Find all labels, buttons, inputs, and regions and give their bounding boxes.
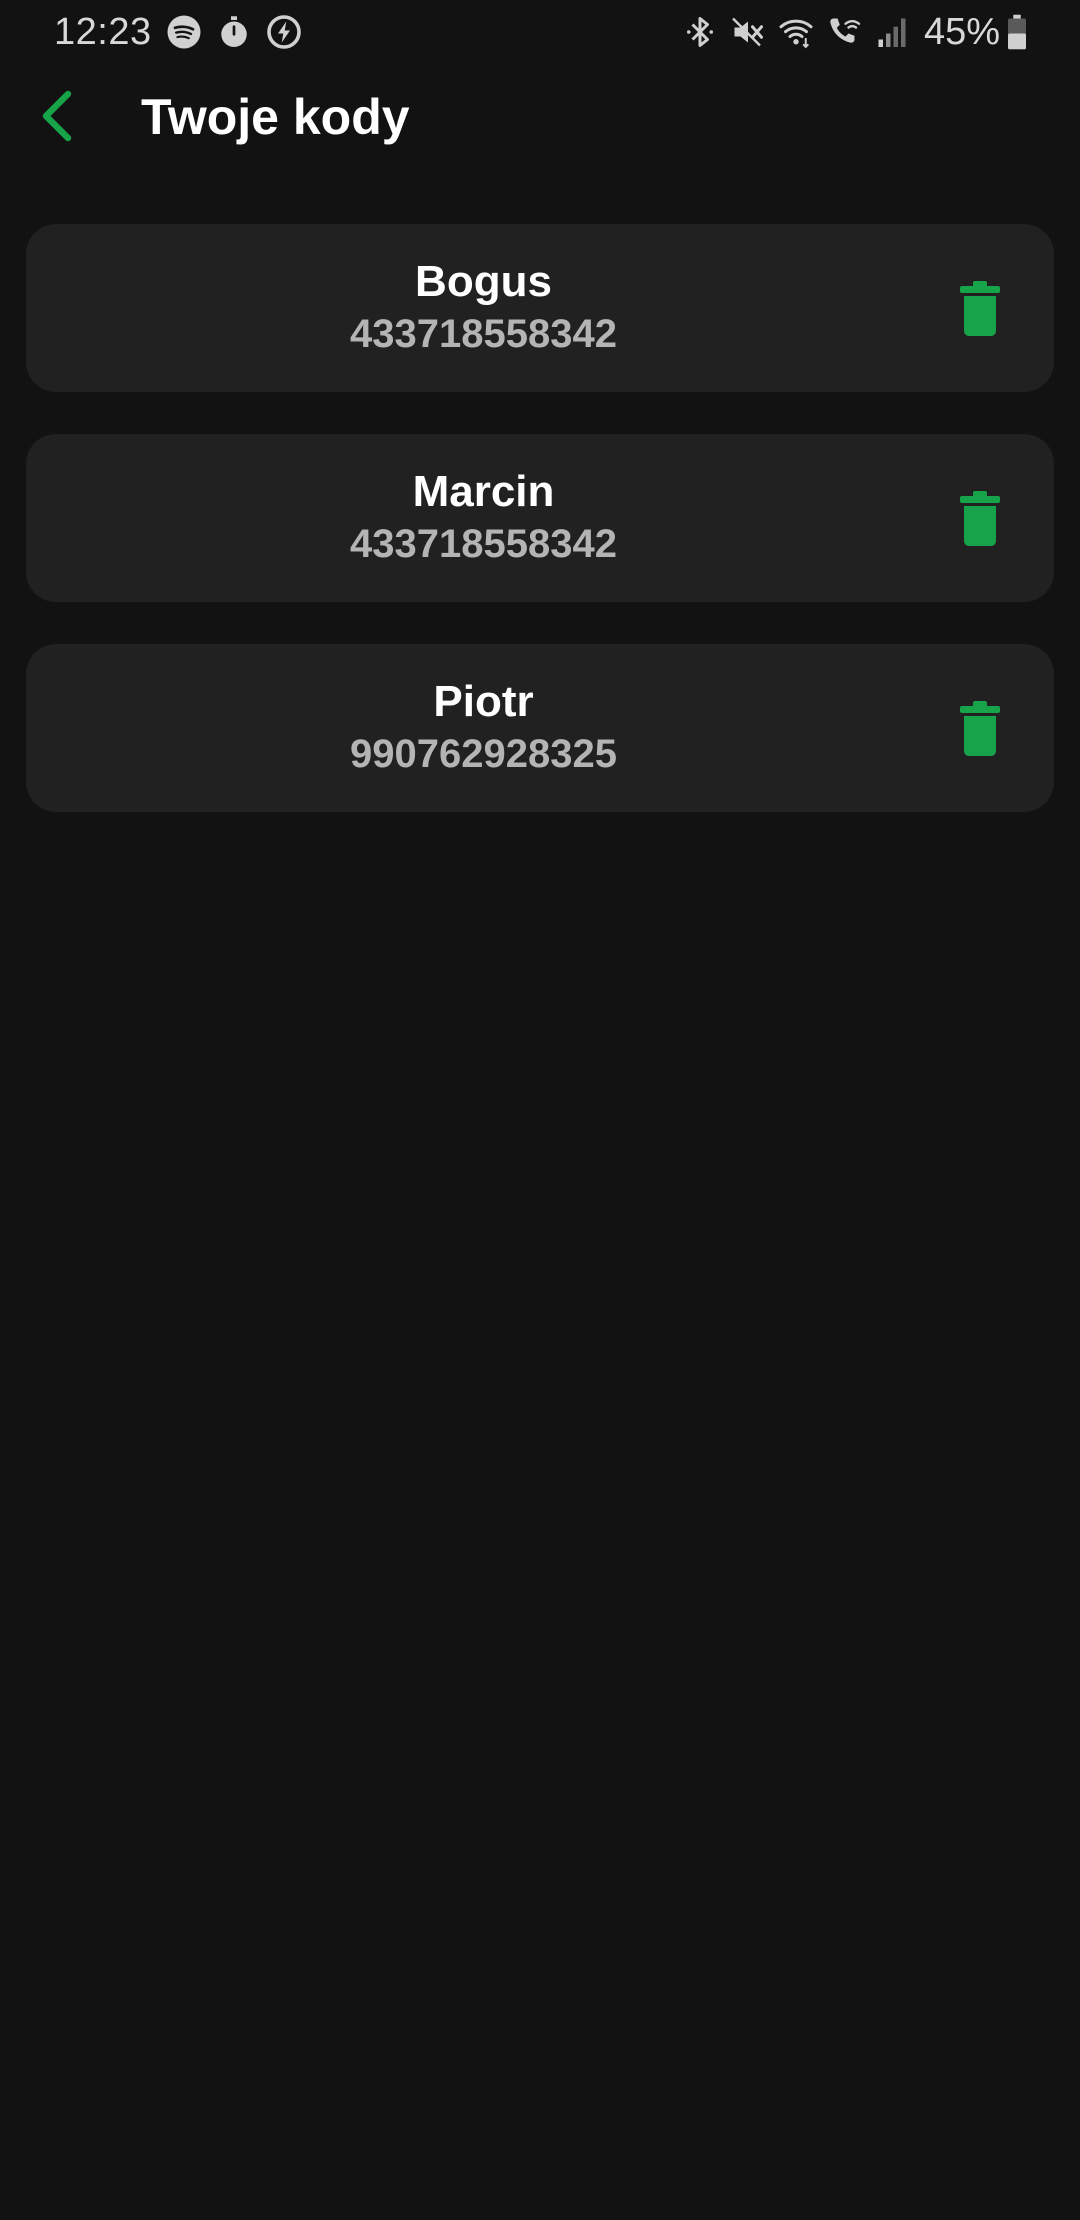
delete-button[interactable] bbox=[958, 490, 1002, 546]
trash-icon bbox=[960, 281, 1000, 336]
app-bar: Twoje kody bbox=[0, 64, 1080, 184]
trash-icon bbox=[960, 491, 1000, 546]
status-left: 12:23 bbox=[54, 0, 302, 64]
stopwatch-icon bbox=[216, 14, 252, 50]
code-name: Marcin bbox=[412, 466, 555, 516]
code-number: 990762928325 bbox=[350, 732, 617, 777]
wifi-icon bbox=[778, 14, 814, 50]
chevron-left-icon bbox=[42, 90, 72, 142]
wifi-calling-icon bbox=[826, 14, 862, 50]
code-name: Bogus bbox=[415, 256, 552, 306]
back-button[interactable] bbox=[26, 84, 90, 148]
page-title: Twoje kody bbox=[141, 89, 410, 145]
code-text: Marcin 433718558342 bbox=[26, 434, 941, 602]
charging-bolt-icon bbox=[266, 14, 302, 50]
mute-icon bbox=[730, 14, 766, 50]
code-text: Piotr 990762928325 bbox=[26, 644, 941, 812]
code-card[interactable]: Bogus 433718558342 bbox=[26, 224, 1054, 392]
code-card[interactable]: Piotr 990762928325 bbox=[26, 644, 1054, 812]
bluetooth-icon bbox=[682, 14, 718, 50]
code-name: Piotr bbox=[433, 676, 534, 726]
battery-icon bbox=[1006, 14, 1028, 50]
code-text: Bogus 433718558342 bbox=[26, 224, 941, 392]
code-number: 433718558342 bbox=[350, 522, 617, 567]
code-card[interactable]: Marcin 433718558342 bbox=[26, 434, 1054, 602]
status-bar: 12:23 45% bbox=[0, 0, 1080, 64]
battery-percent: 45% bbox=[923, 10, 1000, 53]
delete-button[interactable] bbox=[958, 280, 1002, 336]
code-number: 433718558342 bbox=[350, 312, 617, 357]
signal-icon bbox=[874, 14, 910, 50]
delete-button[interactable] bbox=[958, 700, 1002, 756]
trash-icon bbox=[960, 701, 1000, 756]
codes-list: Bogus 433718558342 Marcin 433718558342 P… bbox=[26, 224, 1054, 854]
status-right: 45% bbox=[670, 0, 1028, 64]
status-time: 12:23 bbox=[54, 10, 152, 53]
spotify-icon bbox=[166, 14, 202, 50]
